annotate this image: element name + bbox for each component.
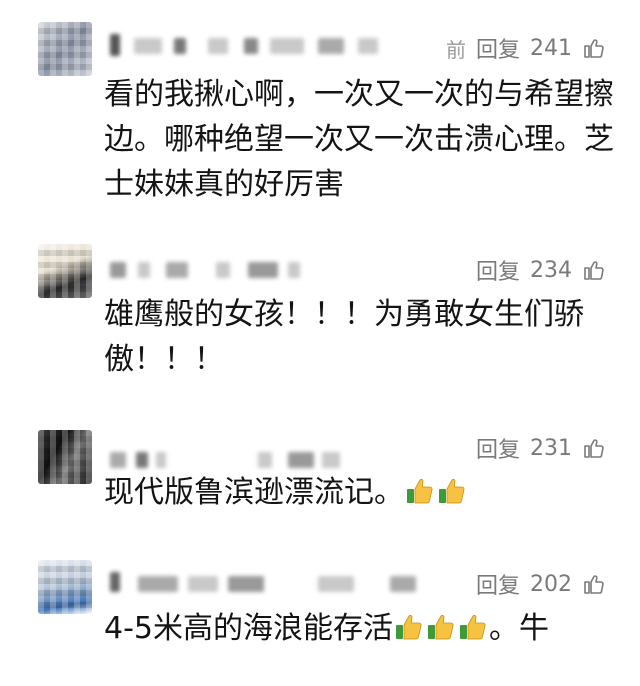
comment-text-body: 现代版鲁滨逊漂流记。 xyxy=(104,475,404,510)
reply-button[interactable]: 回复 xyxy=(476,254,520,286)
thumbs-up-emoji-icon xyxy=(405,476,435,506)
like-count: 234 xyxy=(530,257,572,283)
thumbs-up-icon[interactable] xyxy=(582,436,606,460)
reply-button[interactable]: 回复 xyxy=(476,432,520,464)
thumbs-up-icon[interactable] xyxy=(582,258,606,282)
thumbs-up-emoji-icon xyxy=(426,612,456,642)
thumbs-up-icon[interactable] xyxy=(582,36,606,60)
comment-meta: 前 回复 241 xyxy=(446,32,606,64)
reply-button[interactable]: 回复 xyxy=(476,32,520,64)
username-blurred[interactable] xyxy=(108,572,416,596)
comment-text: 雄鹰般的女孩！！！为勇敢女生们骄傲！！！ xyxy=(104,297,584,377)
comment-meta: 回复 202 xyxy=(476,568,606,600)
thumbs-up-emoji-icon xyxy=(394,612,424,642)
comment-text: 4-5米高的海浪能存活 。牛 xyxy=(104,606,614,651)
avatar[interactable] xyxy=(38,22,92,76)
like-count: 202 xyxy=(530,571,572,597)
comment-meta: 回复 231 xyxy=(476,432,606,464)
comment-text-body: 4-5米高的海浪能存活 xyxy=(104,611,393,646)
avatar[interactable] xyxy=(38,560,92,614)
like-count: 241 xyxy=(530,35,572,61)
comment-text: 看的我揪心啊，一次又一次的与希望擦边。哪种绝望一次又一次击溃心理。芝士妹妹真的好… xyxy=(104,77,614,202)
comment-text-tail: 。牛 xyxy=(489,611,549,646)
thumbs-up-emoji-icon xyxy=(458,612,488,642)
reply-button[interactable]: 回复 xyxy=(476,568,520,600)
comment-time: 前 xyxy=(445,37,466,62)
like-count: 231 xyxy=(530,435,572,461)
comment-meta: 回复 234 xyxy=(476,254,606,286)
avatar[interactable] xyxy=(38,430,92,484)
avatar[interactable] xyxy=(38,244,92,298)
username-blurred[interactable] xyxy=(108,448,388,472)
username-blurred[interactable] xyxy=(108,258,388,282)
comment-text: 现代版鲁滨逊漂流记。 xyxy=(104,470,614,515)
thumbs-up-icon[interactable] xyxy=(582,572,606,596)
thumbs-up-emoji-icon xyxy=(437,476,467,506)
username-blurred[interactable] xyxy=(108,34,388,58)
